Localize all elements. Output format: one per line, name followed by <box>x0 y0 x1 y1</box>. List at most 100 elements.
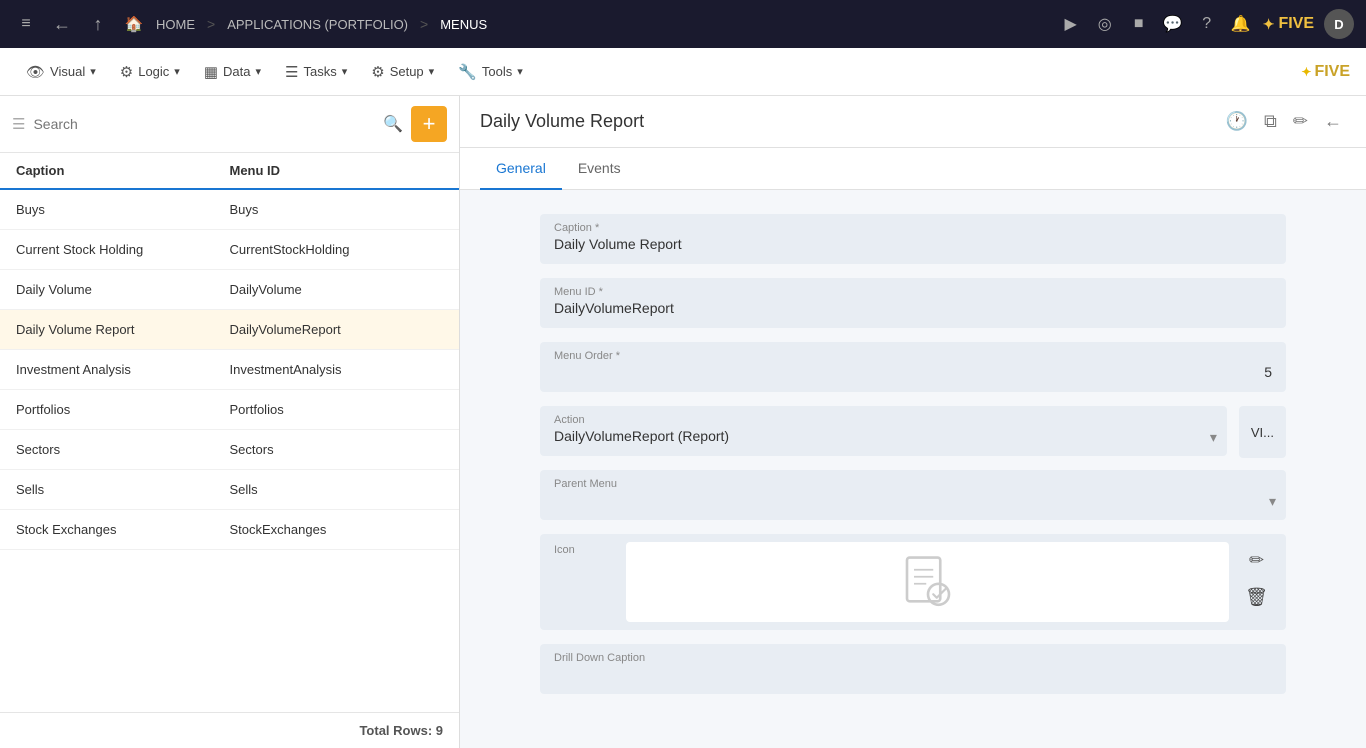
search-circle-icon[interactable]: ◎ <box>1093 12 1117 36</box>
nav-right: ▶ ◎ ■ 💬 ? 🔔 ✦ FIVE D <box>1059 9 1354 39</box>
cell-caption: Stock Exchanges <box>16 522 230 537</box>
detail-title: Daily Volume Report <box>480 111 644 132</box>
eye-icon: 👁 <box>26 63 45 81</box>
form-area: Caption * Daily Volume Report Menu ID * … <box>460 190 1366 748</box>
toolbar-logic[interactable]: ⚙ Logic ▾ <box>110 57 190 87</box>
up-icon[interactable]: ↑ <box>84 10 112 38</box>
parent-menu-chevron-icon: ▾ <box>1269 493 1276 510</box>
cell-menu-id: DailyVolumeReport <box>230 322 444 337</box>
menu-order-value[interactable]: 5 <box>554 364 1272 384</box>
cell-caption: Sells <box>16 482 230 497</box>
parent-menu-value[interactable] <box>554 492 1272 512</box>
action-value[interactable]: DailyVolumeReport (Report) <box>554 428 1213 448</box>
toolbar-tasks[interactable]: ☰ Tasks ▾ <box>275 57 357 87</box>
toolbar: 👁 Visual ▾ ⚙ Logic ▾ ▦ Data ▾ ☰ Tasks ▾ … <box>0 48 1366 96</box>
cell-menu-id: DailyVolume <box>230 282 444 297</box>
back-arrow-icon[interactable]: ← <box>1320 107 1346 136</box>
menu-id-label: Menu ID * <box>554 286 1272 298</box>
parent-menu-field: Parent Menu ▾ <box>540 470 1286 520</box>
table-body: Buys Buys Current Stock Holding CurrentS… <box>0 190 459 712</box>
home-icon[interactable]: 🏠 <box>120 10 148 38</box>
copy-icon[interactable]: ⧉ <box>1260 107 1281 136</box>
search-bar: ☰ 🔍 + <box>0 96 459 153</box>
action-label: Action <box>554 414 1213 426</box>
action-row: Action DailyVolumeReport (Report) ▾ VI..… <box>540 406 1286 470</box>
tools-chevron-icon: ▾ <box>517 65 523 78</box>
toolbar-setup[interactable]: ⚙ Setup ▾ <box>361 57 444 87</box>
history-icon[interactable]: 🕐 <box>1222 107 1252 136</box>
cell-menu-id: CurrentStockHolding <box>230 242 444 257</box>
toolbar-setup-label: Setup <box>390 64 424 79</box>
delete-icon-button[interactable]: 🗑 <box>1241 583 1272 612</box>
drill-down-value[interactable] <box>554 666 1272 686</box>
table-row[interactable]: Stock Exchanges StockExchanges <box>0 510 459 550</box>
table-row[interactable]: Buys Buys <box>0 190 459 230</box>
cell-caption: Investment Analysis <box>16 362 230 377</box>
table-row[interactable]: Current Stock Holding CurrentStockHoldin… <box>0 230 459 270</box>
table-row[interactable]: Sectors Sectors <box>0 430 459 470</box>
caption-value[interactable]: Daily Volume Report <box>554 236 1272 256</box>
bell-icon[interactable]: 🔔 <box>1229 12 1253 36</box>
cell-menu-id: Portfolios <box>230 402 444 417</box>
logic-icon: ⚙ <box>120 63 133 81</box>
toolbar-tools[interactable]: 🔧 Tools ▾ <box>448 57 533 87</box>
chat-icon[interactable]: 💬 <box>1161 12 1185 36</box>
table-row[interactable]: Sells Sells <box>0 470 459 510</box>
play-icon[interactable]: ▶ <box>1059 12 1083 36</box>
detail-header: Daily Volume Report 🕐 ⧉ ✏ ← <box>460 96 1366 148</box>
caption-field: Caption * Daily Volume Report <box>540 214 1286 264</box>
edit-icon-button[interactable]: ✏ <box>1241 546 1272 575</box>
toolbar-visual[interactable]: 👁 Visual ▾ <box>16 57 106 87</box>
breadcrumb-sep-2: > <box>420 16 428 32</box>
search-input[interactable] <box>33 116 375 132</box>
nav-left: ≡ ← ↑ 🏠 HOME > APPLICATIONS (PORTFOLIO) … <box>12 10 1051 38</box>
edit-icon[interactable]: ✏ <box>1289 107 1312 136</box>
table-row[interactable]: Portfolios Portfolios <box>0 390 459 430</box>
toolbar-data-label: Data <box>223 64 250 79</box>
column-caption: Caption <box>16 163 230 178</box>
five-star-icon: ✦ <box>1263 16 1275 33</box>
toolbar-data[interactable]: ▦ Data ▾ <box>194 57 271 87</box>
logic-chevron-icon: ▾ <box>174 65 180 78</box>
toolbar-visual-label: Visual <box>50 64 85 79</box>
left-panel: ☰ 🔍 + Caption Menu ID Buys Buys Current … <box>0 96 460 748</box>
table-row-selected[interactable]: Daily Volume Report DailyVolumeReport <box>0 310 459 350</box>
table-header: Caption Menu ID <box>0 153 459 190</box>
drill-down-field: Drill Down Caption <box>540 644 1286 694</box>
column-menu-id: Menu ID <box>230 163 444 178</box>
drill-down-label: Drill Down Caption <box>554 652 1272 664</box>
view-button[interactable]: VI... <box>1239 406 1286 458</box>
right-panel: Daily Volume Report 🕐 ⧉ ✏ ← General Even… <box>460 96 1366 748</box>
cell-caption: Sectors <box>16 442 230 457</box>
menu-id-value[interactable]: DailyVolumeReport <box>554 300 1272 320</box>
breadcrumb-menus[interactable]: MENUS <box>440 17 487 32</box>
data-chevron-icon: ▾ <box>255 65 261 78</box>
tasks-icon: ☰ <box>285 63 298 81</box>
search-icon[interactable]: 🔍 <box>383 114 403 134</box>
breadcrumb-portfolio[interactable]: APPLICATIONS (PORTFOLIO) <box>227 17 408 32</box>
five-brand-text: FIVE <box>1278 15 1314 33</box>
menu-id-field: Menu ID * DailyVolumeReport <box>540 278 1286 328</box>
table-row[interactable]: Daily Volume DailyVolume <box>0 270 459 310</box>
visual-chevron-icon: ▾ <box>90 65 96 78</box>
back-icon[interactable]: ← <box>48 10 76 38</box>
avatar[interactable]: D <box>1324 9 1354 39</box>
cell-menu-id: Buys <box>230 202 444 217</box>
stop-icon[interactable]: ■ <box>1127 12 1151 36</box>
breadcrumb-home[interactable]: HOME <box>156 17 195 32</box>
cell-caption: Daily Volume <box>16 282 230 297</box>
help-icon[interactable]: ? <box>1195 12 1219 36</box>
icon-preview <box>626 542 1229 622</box>
tab-events[interactable]: Events <box>562 148 637 190</box>
add-button[interactable]: + <box>411 106 447 142</box>
icon-actions: ✏ 🗑 <box>1241 542 1272 616</box>
tools-icon: 🔧 <box>458 63 477 81</box>
tab-general[interactable]: General <box>480 148 562 190</box>
five-brand: ✦ FIVE <box>1301 63 1350 81</box>
breadcrumb-sep-1: > <box>207 16 215 32</box>
action-chevron-icon: ▾ <box>1210 429 1217 446</box>
setup-chevron-icon: ▾ <box>429 65 435 78</box>
toolbar-tasks-label: Tasks <box>303 64 336 79</box>
hamburger-icon[interactable]: ≡ <box>12 10 40 38</box>
table-row[interactable]: Investment Analysis InvestmentAnalysis <box>0 350 459 390</box>
